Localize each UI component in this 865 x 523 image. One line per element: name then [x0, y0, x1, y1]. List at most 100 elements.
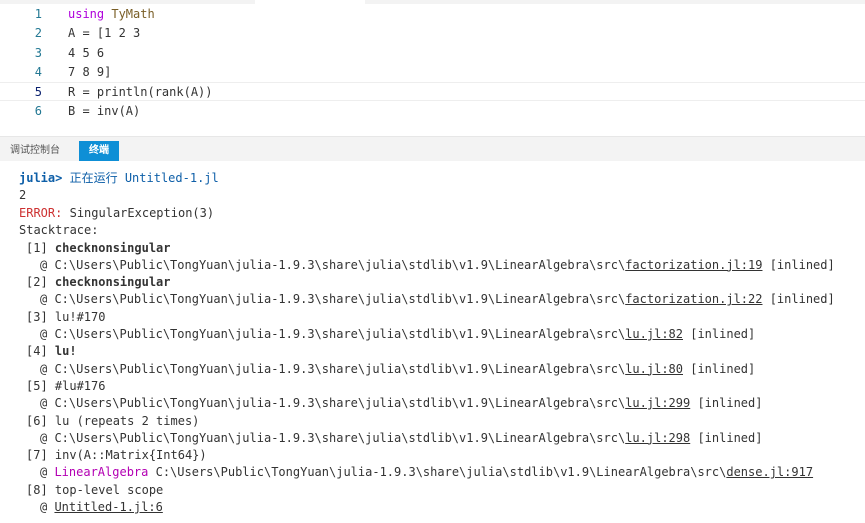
code-line: 1 using TyMath — [0, 5, 865, 24]
editor-tab-strip — [0, 0, 865, 4]
line-number: 6 — [34, 103, 42, 118]
stack-frame-location: @ Untitled-1.jl:6 — [40, 499, 163, 516]
code-text: R = println(rank(A)) — [68, 83, 213, 102]
code-text: 4 5 6 — [68, 44, 104, 63]
code-token: A = [1 2 3 — [68, 26, 141, 41]
line-number: 2 — [34, 26, 42, 41]
code-editor[interactable]: 1 using TyMath 2 A = [1 2 3 3 4 5 6 4 7 8 9] 5 R … — [0, 0, 865, 136]
tab-terminal[interactable]: 终端 — [79, 141, 119, 161]
code-line: 6 B = inv(A) — [0, 102, 865, 121]
frame-function: inv(A::Matrix{Int64}) — [54, 448, 207, 463]
stack-frame-location: @ C:\Users\Public\TongYuan\julia-1.9.3\s… — [40, 291, 835, 308]
line-number: 5 — [34, 85, 42, 100]
frame-index: [7] — [26, 448, 55, 463]
error-label: ERROR: — [19, 206, 63, 220]
code-text: A = [1 2 3 — [68, 24, 140, 43]
frame-suffix: [inlined] — [683, 361, 756, 376]
frame-index: [2] — [26, 275, 55, 290]
frame-file-link[interactable]: lu.jl:82 — [625, 327, 683, 341]
stack-frame-header: [7] inv(A::Matrix{Int64}) — [26, 447, 207, 464]
frame-suffix: [inlined] — [762, 257, 835, 272]
tab-debug-console[interactable]: 调试控制台 — [0, 141, 70, 161]
stacktrace-label: Stacktrace: — [19, 223, 99, 237]
stack-frame-header: [8] top-level scope — [26, 482, 163, 499]
at-sign: @ — [40, 430, 55, 445]
at-sign: @ — [40, 396, 55, 411]
frame-path: C:\Users\Public\TongYuan\julia-1.9.3\sha… — [54, 361, 626, 376]
stack-frame-location: @ C:\Users\Public\TongYuan\julia-1.9.3\s… — [40, 257, 835, 274]
terminal-command-line: julia> 正在运行 Untitled-1.jl — [19, 170, 219, 187]
frame-path: C:\Users\Public\TongYuan\julia-1.9.3\sha… — [54, 327, 626, 341]
frame-function: checknonsingular — [54, 240, 171, 255]
frame-path: C:\Users\Public\TongYuan\julia-1.9.3\sha… — [155, 465, 727, 480]
frame-function: lu (repeats 2 times) — [54, 413, 200, 428]
stack-frame-header: [5] #lu#176 — [26, 378, 105, 395]
frame-suffix: [inlined] — [690, 396, 763, 411]
frame-index: [1] — [26, 240, 55, 255]
at-sign: @ — [40, 361, 55, 376]
frame-path: C:\Users\Public\TongYuan\julia-1.9.3\sha… — [54, 292, 626, 307]
stack-frame-location: @ LinearAlgebra C:\Users\Public\TongYuan… — [40, 464, 813, 481]
code-text: using TyMath — [68, 5, 155, 24]
code-text: 7 8 9] — [68, 63, 111, 82]
code-line: 2 A = [1 2 3 — [0, 24, 865, 43]
terminal-output[interactable]: julia> 正在运行 Untitled-1.jl 2 ERROR: Singu… — [0, 161, 865, 523]
frame-file-link[interactable]: factorization.jl:19 — [625, 258, 762, 272]
frame-index: [8] — [26, 482, 55, 497]
frame-file-link[interactable]: lu.jl:80 — [625, 362, 683, 376]
stack-frame-header: [1] checknonsingular — [26, 240, 171, 257]
stack-frame-header: [4] lu! — [26, 343, 77, 360]
error-message: SingularException(3) — [69, 206, 215, 220]
frame-file-link[interactable]: Untitled-1.jl:6 — [54, 500, 162, 514]
at-sign: @ — [40, 292, 55, 307]
code-token: 7 8 9] — [68, 64, 112, 79]
run-command: 正在运行 Untitled-1.jl — [69, 171, 219, 185]
line-number: 3 — [34, 45, 42, 60]
frame-index: [5] — [26, 378, 55, 393]
frame-file-link[interactable]: dense.jl:917 — [726, 465, 813, 479]
frame-suffix: [inlined] — [683, 327, 756, 341]
stack-frame-header: [6] lu (repeats 2 times) — [26, 413, 199, 430]
line-number: 1 — [34, 7, 42, 21]
frame-file-link[interactable]: lu.jl:298 — [625, 431, 690, 445]
frame-function: top-level scope — [54, 482, 164, 497]
code-token: 4 5 6 — [68, 45, 105, 60]
frame-suffix: [inlined] — [762, 292, 835, 307]
frame-module: LinearAlgebra — [54, 465, 156, 480]
code-token: TyMath — [104, 7, 155, 21]
code-line: 3 4 5 6 — [0, 44, 865, 63]
stack-frame-location: @ C:\Users\Public\TongYuan\julia-1.9.3\s… — [40, 361, 755, 378]
julia-prompt: julia> — [19, 171, 63, 185]
frame-suffix: [inlined] — [690, 430, 763, 445]
frame-function: lu!#170 — [54, 309, 106, 324]
frame-index: [4] — [26, 344, 55, 359]
frame-index: [3] — [26, 309, 55, 324]
at-sign: @ — [40, 257, 55, 272]
code-line: 4 7 8 9] — [0, 63, 865, 82]
frame-function: #lu#176 — [54, 378, 106, 393]
line-number: 4 — [34, 64, 42, 79]
code-text: B = inv(A) — [68, 102, 140, 121]
frame-index: [6] — [26, 413, 55, 428]
at-sign: @ — [40, 327, 55, 341]
frame-function: lu! — [54, 344, 77, 359]
panel-header: 调试控制台 终端 — [0, 136, 865, 161]
frame-file-link[interactable]: lu.jl:299 — [625, 396, 690, 410]
at-sign: @ — [40, 465, 55, 480]
frame-file-link[interactable]: factorization.jl:22 — [625, 292, 762, 306]
frame-path: C:\Users\Public\TongYuan\julia-1.9.3\sha… — [54, 396, 626, 411]
code-line: 5 R = println(rank(A)) — [0, 82, 865, 102]
code-token: B = inv(A) — [68, 103, 141, 118]
frame-path: C:\Users\Public\TongYuan\julia-1.9.3\sha… — [54, 430, 626, 445]
frame-path: C:\Users\Public\TongYuan\julia-1.9.3\sha… — [54, 257, 626, 272]
stack-frame-location: @ C:\Users\Public\TongYuan\julia-1.9.3\s… — [40, 326, 755, 343]
stack-frame-location: @ C:\Users\Public\TongYuan\julia-1.9.3\s… — [40, 395, 762, 412]
error-line: ERROR: SingularException(3) — [19, 205, 214, 222]
frame-function: checknonsingular — [54, 275, 171, 290]
code-token: R = println(rank(A)) — [68, 85, 213, 100]
stack-frame-location: @ C:\Users\Public\TongYuan\julia-1.9.3\s… — [40, 430, 762, 447]
stack-frame-header: [3] lu!#170 — [26, 309, 105, 326]
stack-frame-header: [2] checknonsingular — [26, 274, 171, 291]
active-editor-tab[interactable] — [255, 0, 365, 4]
at-sign: @ — [40, 500, 55, 514]
